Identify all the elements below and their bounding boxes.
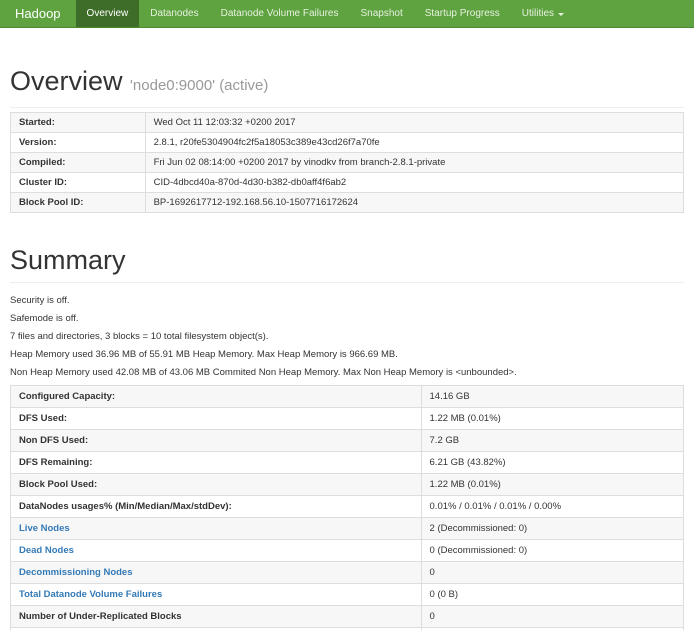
block-pool-used-value: 1.22 MB (0.01%) [421,474,683,496]
datanode-usages-value: 0.01% / 0.01% / 0.01% / 0.00% [421,496,683,518]
compiled-value: Fri Jun 02 08:14:00 +0200 2017 by vinodk… [145,153,683,173]
total-datanode-volume-failures-link[interactable]: Total Datanode Volume Failures [19,589,162,600]
table-row: Cluster ID: CID-4dbcd40a-870d-4d30-b382-… [11,173,684,193]
overview-info-table: Started: Wed Oct 11 12:03:32 +0200 2017 … [10,112,684,213]
configured-capacity-label: Configured Capacity: [11,386,422,408]
tab-datanode-volume-failures[interactable]: Datanode Volume Failures [210,0,350,27]
table-row: Started: Wed Oct 11 12:03:32 +0200 2017 [11,113,684,133]
tab-utilities-label: Utilities [522,8,554,19]
summary-status-text: Security is off. Safemode is off. 7 file… [10,295,684,378]
table-row: Configured Capacity: 14.16 GB [11,386,684,408]
tab-snapshot-label: Snapshot [360,8,402,19]
started-value: Wed Oct 11 12:03:32 +0200 2017 [145,113,683,133]
dfs-remaining-label: DFS Remaining: [11,452,422,474]
configured-capacity-value: 14.16 GB [421,386,683,408]
summary-stats-table: Configured Capacity: 14.16 GB DFS Used: … [10,385,684,630]
under-replicated-blocks-value: 0 [421,606,683,628]
namenode-address-subtitle: 'node0:9000' (active) [130,77,268,94]
table-row: Version: 2.8.1, r20fe5304904fc2f5a18053c… [11,133,684,153]
non-dfs-used-label: Non DFS Used: [11,430,422,452]
live-nodes-link[interactable]: Live Nodes [19,523,70,534]
table-row: Compiled: Fri Jun 02 08:14:00 +0200 2017… [11,153,684,173]
dead-nodes-value: 0 (Decommissioned: 0) [421,540,683,562]
block-pool-id-value: BP-1692617712-192.168.56.10-150771617262… [145,193,683,213]
table-row: DFS Used: 1.22 MB (0.01%) [11,408,684,430]
dfs-remaining-value: 6.21 GB (43.82%) [421,452,683,474]
cluster-id-value: CID-4dbcd40a-870d-4d30-b382-db0aff4f6ab2 [145,173,683,193]
top-navbar: Hadoop Overview Datanodes Datanode Volum… [0,0,694,28]
table-row: DFS Remaining: 6.21 GB (43.82%) [11,452,684,474]
summary-header: Summary [10,247,684,283]
table-row: Block Pool Used: 1.22 MB (0.01%) [11,474,684,496]
caret-down-icon [558,13,564,16]
safemode-status: Safemode is off. [10,313,684,324]
hadoop-namenode-page: Hadoop Overview Datanodes Datanode Volum… [0,0,694,630]
non-heap-memory-summary: Non Heap Memory used 42.08 MB of 43.06 M… [10,367,684,378]
tab-snapshot[interactable]: Snapshot [349,0,413,27]
main-content: Overview 'node0:9000' (active) Started: … [0,68,694,630]
table-row: Total Datanode Volume Failures 0 (0 B) [11,584,684,606]
version-value: 2.8.1, r20fe5304904fc2f5a18053c389e43cd2… [145,133,683,153]
overview-header: Overview 'node0:9000' (active) [10,68,684,108]
overview-title: Overview 'node0:9000' (active) [10,68,684,99]
datanode-usages-label: DataNodes usages% (Min/Median/Max/stdDev… [11,496,422,518]
tab-startup-progress[interactable]: Startup Progress [414,0,511,27]
tab-utilities-dropdown[interactable]: Utilities [511,0,575,27]
decommissioning-nodes-value: 0 [421,562,683,584]
dfs-used-value: 1.22 MB (0.01%) [421,408,683,430]
non-dfs-used-value: 7.2 GB [421,430,683,452]
block-pool-used-label: Block Pool Used: [11,474,422,496]
decommissioning-nodes-link[interactable]: Decommissioning Nodes [19,567,133,578]
total-datanode-volume-failures-value: 0 (0 B) [421,584,683,606]
under-replicated-blocks-label: Number of Under-Replicated Blocks [11,606,422,628]
security-status: Security is off. [10,295,684,306]
filesystem-objects-summary: 7 files and directories, 3 blocks = 10 t… [10,331,684,342]
table-row: Dead Nodes 0 (Decommissioned: 0) [11,540,684,562]
hadoop-brand[interactable]: Hadoop [0,0,76,27]
table-row: Live Nodes 2 (Decommissioned: 0) [11,518,684,540]
live-nodes-value: 2 (Decommissioned: 0) [421,518,683,540]
table-row: Decommissioning Nodes 0 [11,562,684,584]
dead-nodes-link[interactable]: Dead Nodes [19,545,74,556]
version-label: Version: [11,133,146,153]
tab-datanode-volume-failures-label: Datanode Volume Failures [221,8,339,19]
heap-memory-summary: Heap Memory used 36.96 MB of 55.91 MB He… [10,349,684,360]
block-pool-id-label: Block Pool ID: [11,193,146,213]
tab-datanodes[interactable]: Datanodes [139,0,209,27]
cluster-id-label: Cluster ID: [11,173,146,193]
tab-datanodes-label: Datanodes [150,8,198,19]
tab-overview[interactable]: Overview [76,0,140,27]
summary-title: Summary [10,247,684,274]
dfs-used-label: DFS Used: [11,408,422,430]
tab-startup-progress-label: Startup Progress [425,8,500,19]
table-row: Non DFS Used: 7.2 GB [11,430,684,452]
compiled-label: Compiled: [11,153,146,173]
overview-title-text: Overview [10,66,123,96]
table-row: Number of Under-Replicated Blocks 0 [11,606,684,628]
table-row: DataNodes usages% (Min/Median/Max/stdDev… [11,496,684,518]
tab-overview-label: Overview [87,8,129,19]
table-row: Block Pool ID: BP-1692617712-192.168.56.… [11,193,684,213]
started-label: Started: [11,113,146,133]
